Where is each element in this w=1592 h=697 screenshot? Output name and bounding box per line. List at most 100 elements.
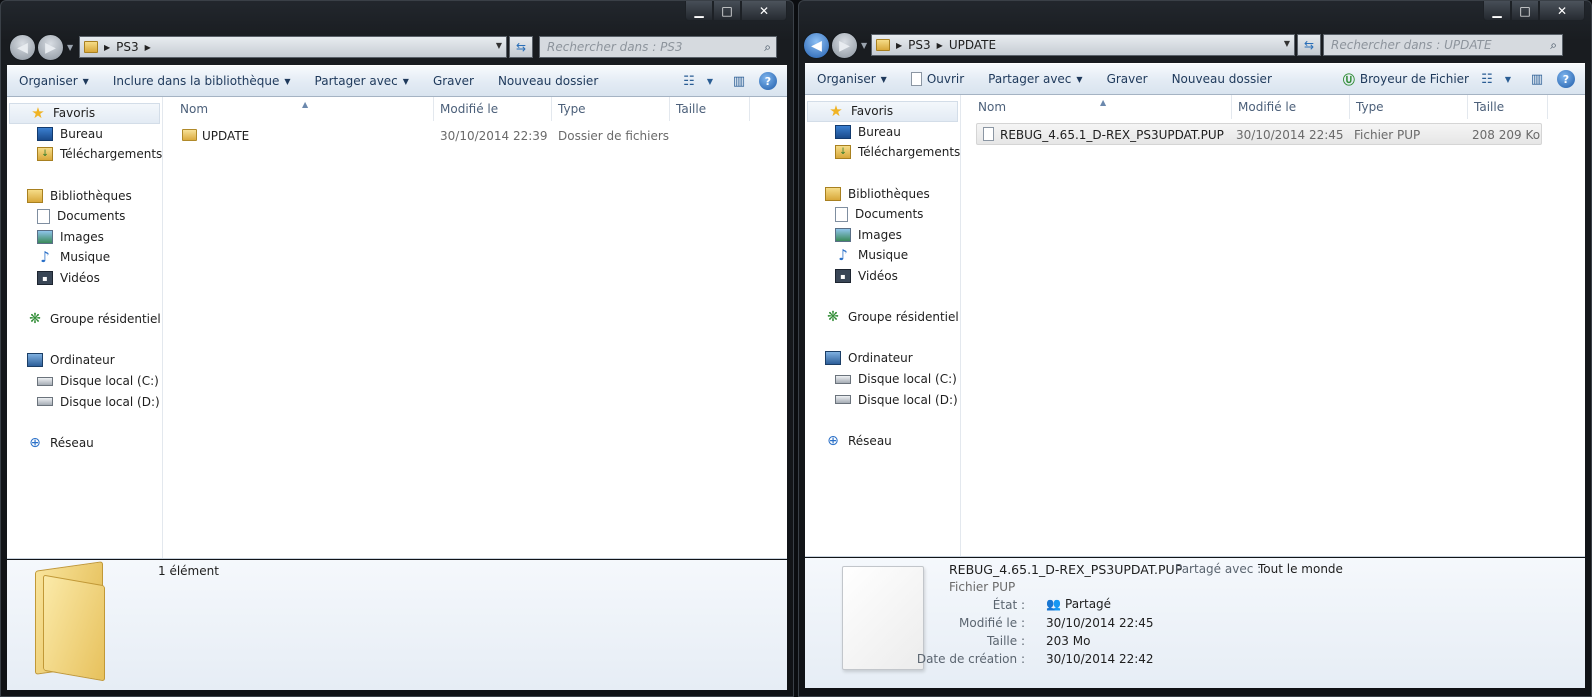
column-name[interactable]: Nom ▲	[972, 95, 1232, 119]
breadcrumb-chevron-icon[interactable]: ▶	[937, 41, 943, 50]
close-button[interactable]: ✕	[1539, 1, 1585, 21]
column-name[interactable]: Nom ▲	[174, 97, 434, 121]
nav-network[interactable]: ⊕ Réseau	[7, 433, 162, 454]
address-history-dropdown[interactable]: ▼	[496, 41, 502, 50]
preview-pane-button[interactable]: ▥	[725, 66, 753, 96]
search-input[interactable]: Rechercher dans : PS3 ⌕	[539, 36, 777, 58]
film-icon: ▪	[37, 271, 53, 286]
nav-documents[interactable]: Documents	[7, 206, 162, 227]
nav-downloads[interactable]: ↓ Téléchargements	[7, 144, 162, 165]
breadcrumb-chevron-icon[interactable]: ▶	[104, 43, 110, 52]
nav-drive-c[interactable]: Disque local (C:)	[805, 369, 960, 390]
nav-desktop[interactable]: Bureau	[7, 124, 162, 145]
column-type[interactable]: Type	[1350, 95, 1468, 119]
forward-button[interactable]: ▶	[831, 32, 858, 59]
nav-drive-d[interactable]: Disque local (D:)	[7, 391, 162, 412]
address-bar[interactable]: ▶ PS3 ▶ UPDATE ▼	[871, 34, 1295, 56]
nav-downloads[interactable]: ↓ Téléchargements	[805, 142, 960, 163]
back-button[interactable]: ◀	[803, 32, 830, 59]
search-icon[interactable]: ⌕	[1550, 38, 1557, 53]
breadcrumb-chevron-icon[interactable]: ▶	[896, 41, 902, 50]
forward-button[interactable]: ▶	[37, 34, 64, 61]
nav-images[interactable]: Images	[805, 225, 960, 246]
organize-button[interactable]: Organiser ▼	[7, 66, 101, 96]
file-size: 208 209 Ko	[1472, 128, 1541, 142]
column-size[interactable]: Taille	[670, 97, 750, 121]
include-in-library-button[interactable]: Inclure dans la bibliothèque ▼	[101, 66, 303, 96]
search-input[interactable]: Rechercher dans : UPDATE ⌕	[1323, 34, 1563, 56]
breadcrumb-chevron-icon[interactable]: ▶	[145, 43, 151, 52]
maximize-button[interactable]: □	[713, 1, 741, 21]
nav-videos[interactable]: ▪ Vidéos	[7, 268, 162, 289]
address-bar[interactable]: ▶ PS3 ▶ ▼	[79, 36, 507, 58]
change-view-button[interactable]: ☷	[675, 66, 703, 96]
new-folder-button[interactable]: Nouveau dossier	[1160, 64, 1284, 94]
back-button[interactable]: ◀	[9, 34, 36, 61]
organize-button[interactable]: Organiser ▼	[805, 64, 899, 94]
nav-libraries[interactable]: Bibliothèques	[7, 185, 162, 206]
nav-computer[interactable]: Ordinateur	[805, 348, 960, 369]
share-label: Partager avec	[988, 72, 1072, 86]
close-button[interactable]: ✕	[741, 1, 787, 21]
nav-label: Disque local (D:)	[858, 392, 958, 407]
nav-favorites[interactable]: ★ Favoris	[9, 103, 160, 124]
refresh-button[interactable]: ⇆	[1297, 34, 1321, 56]
nav-documents[interactable]: Documents	[805, 204, 960, 225]
nav-label: Groupe résidentiel	[50, 312, 161, 327]
nav-libraries[interactable]: Bibliothèques	[805, 183, 960, 204]
minimize-button[interactable]: ▁	[685, 1, 713, 21]
breadcrumb-update[interactable]: UPDATE	[949, 38, 996, 52]
recent-pages-dropdown[interactable]: ▼	[67, 43, 73, 52]
nav-label: Bureau	[60, 126, 103, 141]
file-shredder-button[interactable]: Ⓤ Broyeur de Fichier	[1339, 64, 1473, 94]
nav-images[interactable]: Images	[7, 227, 162, 248]
column-type[interactable]: Type	[552, 97, 670, 121]
navigation-pane: ★ Favoris Bureau ↓ Téléchargements Bibliot…	[805, 95, 961, 556]
details-modified-value[interactable]: 30/10/2014 22:45	[1046, 616, 1154, 630]
address-history-dropdown[interactable]: ▼	[1284, 39, 1290, 48]
nav-favorites[interactable]: ★ Favoris	[807, 101, 958, 122]
nav-music[interactable]: ♪ Musique	[7, 247, 162, 268]
homegroup-icon: ❋	[827, 309, 839, 326]
nav-homegroup[interactable]: ❋ Groupe résidentiel	[805, 307, 960, 328]
column-size[interactable]: Taille	[1468, 95, 1548, 119]
file-row-update[interactable]: UPDATE 30/10/2014 22:39 Dossier de fichi…	[178, 125, 738, 147]
nav-videos[interactable]: ▪ Vidéos	[805, 266, 960, 287]
breadcrumb-ps3[interactable]: PS3	[116, 40, 139, 54]
refresh-button[interactable]: ⇆	[509, 36, 533, 58]
share-with-button[interactable]: Partager avec ▼	[303, 66, 421, 96]
help-button[interactable]: ?	[759, 72, 777, 90]
nav-desktop[interactable]: Bureau	[805, 122, 960, 143]
nav-label: Bibliothèques	[848, 186, 930, 201]
details-created-value[interactable]: 30/10/2014 22:42	[1046, 652, 1154, 666]
nav-music[interactable]: ♪ Musique	[805, 245, 960, 266]
film-icon: ▪	[835, 269, 851, 284]
minimize-button[interactable]: ▁	[1483, 1, 1511, 21]
details-shared-value[interactable]: Tout le monde	[1258, 562, 1343, 576]
preview-pane-button[interactable]: ▥	[1523, 64, 1551, 94]
view-options-dropdown[interactable]: ▼	[703, 66, 717, 96]
nav-drive-d[interactable]: Disque local (D:)	[805, 389, 960, 410]
open-button[interactable]: Ouvrir	[899, 64, 976, 94]
column-modified[interactable]: Modifié le	[1232, 95, 1350, 119]
view-options-dropdown[interactable]: ▼	[1501, 64, 1515, 94]
file-row-pup[interactable]: REBUG_4.65.1_D-REX_PS3UPDAT.PUP 30/10/20…	[976, 123, 1542, 145]
help-button[interactable]: ?	[1557, 70, 1575, 88]
recent-pages-dropdown[interactable]: ▼	[861, 41, 867, 50]
nav-homegroup[interactable]: ❋ Groupe résidentiel	[7, 309, 162, 330]
nav-network[interactable]: ⊕ Réseau	[805, 431, 960, 452]
folder-icon	[876, 39, 890, 51]
breadcrumb-ps3[interactable]: PS3	[908, 38, 931, 52]
share-with-button[interactable]: Partager avec ▼	[976, 64, 1094, 94]
nav-computer[interactable]: Ordinateur	[7, 350, 162, 371]
maximize-button[interactable]: □	[1511, 1, 1539, 21]
column-modified[interactable]: Modifié le	[434, 97, 552, 121]
new-folder-button[interactable]: Nouveau dossier	[486, 66, 610, 96]
burn-button[interactable]: Graver	[1095, 64, 1160, 94]
search-icon[interactable]: ⌕	[764, 40, 771, 55]
chevron-down-icon: ▼	[402, 76, 409, 86]
burn-button[interactable]: Graver	[421, 66, 486, 96]
change-view-button[interactable]: ☷	[1473, 64, 1501, 94]
nav-drive-c[interactable]: Disque local (C:)	[7, 371, 162, 392]
shared-users-icon: 👥	[1046, 597, 1061, 611]
